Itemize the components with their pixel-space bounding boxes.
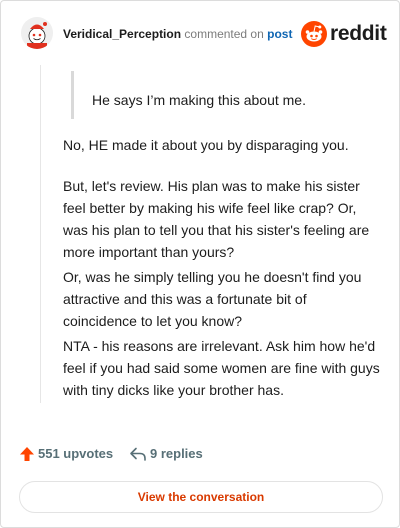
reddit-logo-icon	[301, 21, 327, 47]
upvotes-label: 551 upvotes	[38, 446, 114, 461]
comment-paragraph: No, HE made it about you by disparaging …	[63, 137, 349, 153]
comment-byline: Veridical_Perception commented on post	[63, 26, 292, 42]
comment-paragraph: But, let's review. His plan was to make …	[63, 178, 370, 260]
view-conversation-button[interactable]: View the conversation	[19, 481, 383, 513]
reddit-brand[interactable]: reddit	[301, 21, 387, 47]
upvote-arrow-icon	[19, 446, 35, 462]
comment-paragraph: NTA - his reasons are irrelevant. Ask hi…	[63, 338, 380, 398]
quoted-text: He says I’m making this about me.	[92, 92, 306, 108]
quoted-text-block: He says I’m making this about me.	[71, 71, 374, 119]
comment-footer: 551 upvotes 9 replies	[19, 443, 383, 465]
comment-paragraph: Or, was he simply telling you he doesn't…	[63, 269, 362, 329]
thread-line[interactable]	[40, 65, 41, 403]
reply-arrow-icon	[129, 446, 147, 462]
replies-label: 9 replies	[150, 446, 203, 461]
action-text: commented on	[184, 27, 264, 41]
comment-header: Veridical_Perception commented on post r…	[21, 17, 387, 51]
post-link[interactable]: post	[267, 27, 292, 41]
reddit-wordmark: reddit	[330, 22, 387, 45]
username-link[interactable]: Veridical_Perception	[63, 27, 181, 41]
snoo-avatar-icon[interactable]	[21, 17, 53, 49]
comment-card: Veridical_Perception commented on post r…	[0, 0, 400, 528]
